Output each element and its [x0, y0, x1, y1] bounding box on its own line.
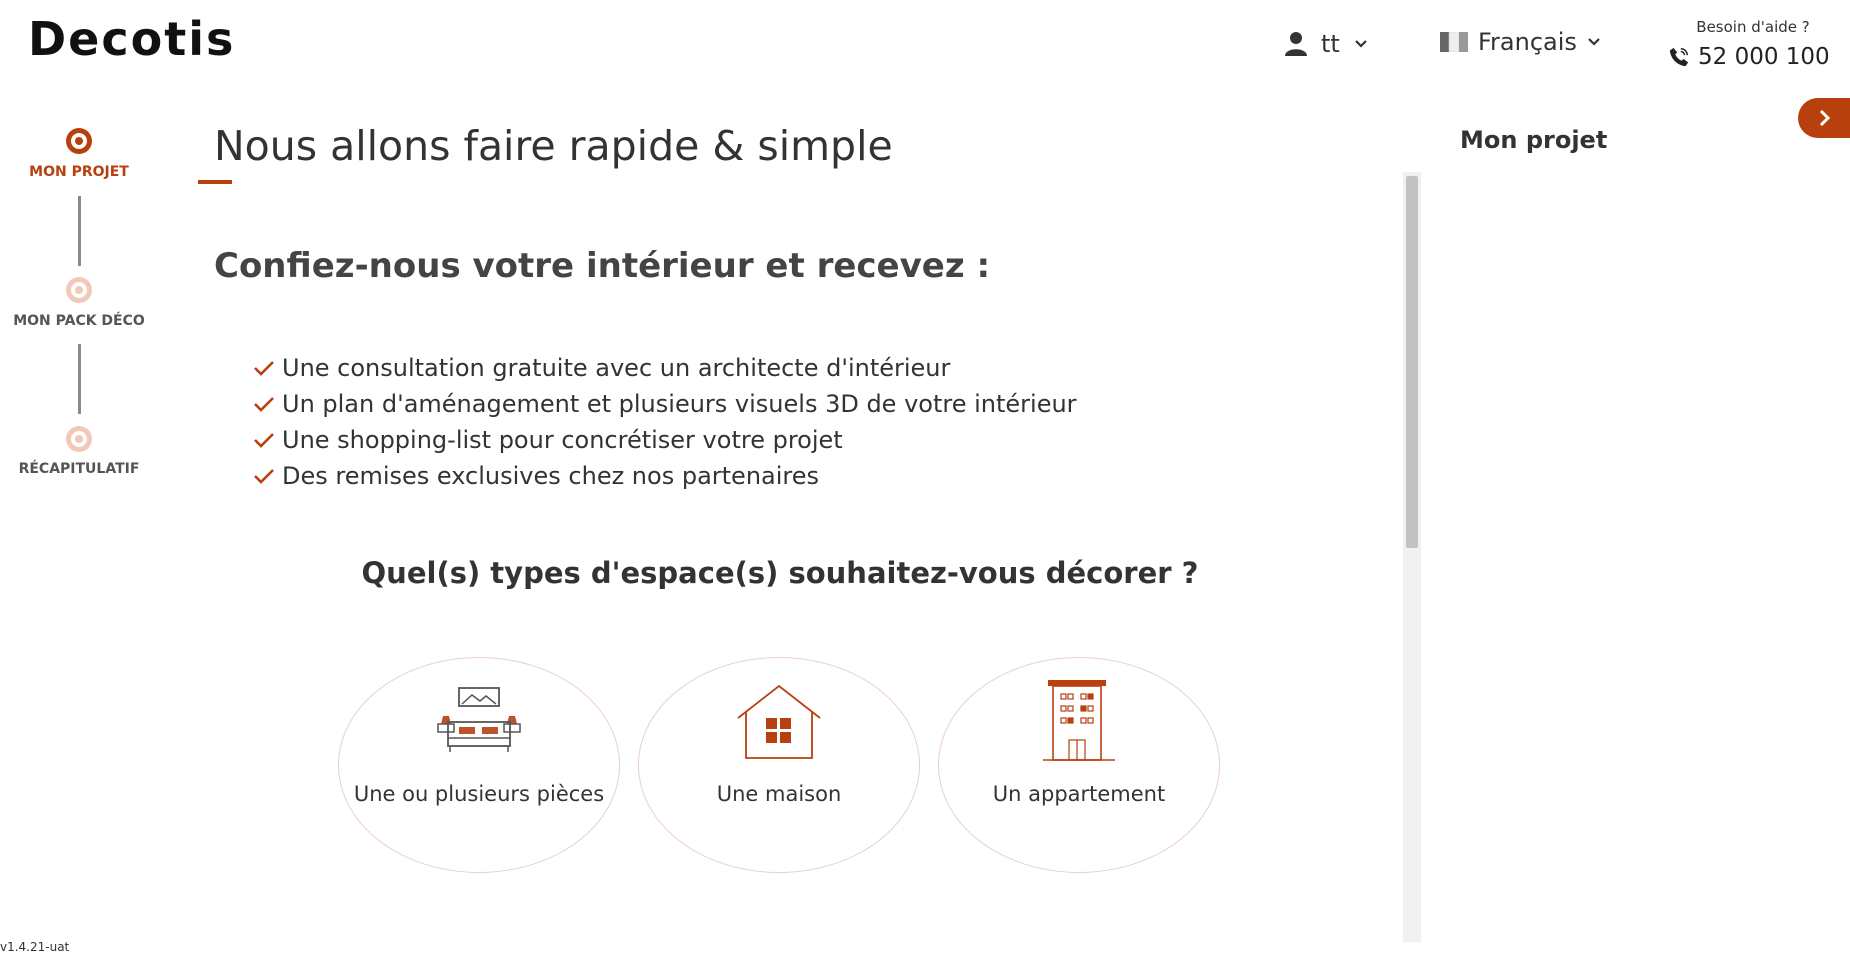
list-item: Des remises exclusives chez nos partenai…: [252, 458, 1077, 494]
bedroom-icon: [437, 687, 521, 752]
step-connector: [78, 344, 81, 414]
language-selector[interactable]: Français: [1440, 28, 1601, 56]
step-recapitulatif[interactable]: RÉCAPITULATIF: [9, 461, 149, 477]
step-dot-icon: [66, 426, 92, 452]
check-icon: [254, 397, 274, 412]
help-contact: Besoin d'aide ? 52 000 100: [1668, 18, 1838, 70]
phone-icon: [1669, 47, 1689, 67]
check-icon: [254, 469, 274, 484]
subtitle: Confiez-nous votre intérieur et recevez …: [214, 246, 991, 286]
step-mon-pack-deco[interactable]: MON PACK DÉCO: [9, 313, 149, 329]
check-icon: [254, 433, 274, 448]
chevron-down-icon: [1355, 40, 1367, 48]
panel-toggle-button[interactable]: [1798, 98, 1850, 138]
list-item: Une consultation gratuite avec un archit…: [252, 350, 1077, 386]
logo-text: Decotis: [28, 12, 236, 66]
option-rooms-button[interactable]: Une ou plusieurs pièces: [338, 657, 620, 873]
apartment-building-icon: [1043, 680, 1115, 761]
list-item: Une shopping-list pour concrétiser votre…: [252, 422, 1077, 458]
option-house-button[interactable]: Une maison: [638, 657, 920, 873]
option-label: Un appartement: [992, 782, 1166, 806]
phone-link[interactable]: 52 000 100: [1668, 44, 1838, 70]
user-icon: [1285, 32, 1307, 56]
chevron-down-icon: [1588, 38, 1600, 46]
chevron-right-icon: [1819, 109, 1831, 127]
option-label: Une ou plusieurs pièces: [353, 782, 605, 806]
user-menu[interactable]: tt: [1285, 30, 1368, 58]
option-label: Une maison: [716, 782, 842, 806]
benefits-list: Une consultation gratuite avec un archit…: [252, 350, 1077, 494]
user-name: tt: [1321, 30, 1340, 58]
option-apartment-button[interactable]: Un appartement: [938, 657, 1220, 873]
space-type-question: Quel(s) types d'espace(s) souhaitez-vous…: [361, 556, 1199, 590]
page-title: Nous allons faire rapide & simple: [214, 122, 893, 170]
version-label: v1.4.21-uat: [0, 940, 70, 954]
help-question: Besoin d'aide ?: [1696, 18, 1810, 36]
house-icon: [737, 684, 821, 759]
language-label: Français: [1478, 28, 1577, 56]
step-active-dot-icon: [66, 128, 92, 154]
step-connector: [78, 196, 81, 266]
step-dot-icon: [66, 277, 92, 303]
phone-number: 52 000 100: [1698, 44, 1830, 70]
title-underline: [198, 180, 232, 184]
scrollbar-thumb[interactable]: [1406, 176, 1418, 548]
flag-icon: [1440, 32, 1468, 52]
list-item: Un plan d'aménagement et plusieurs visue…: [252, 386, 1077, 422]
logo[interactable]: Decotis: [28, 12, 235, 66]
step-mon-projet[interactable]: MON PROJET: [9, 164, 149, 180]
check-icon: [254, 361, 274, 376]
project-panel-title: Mon projet: [1460, 126, 1608, 154]
